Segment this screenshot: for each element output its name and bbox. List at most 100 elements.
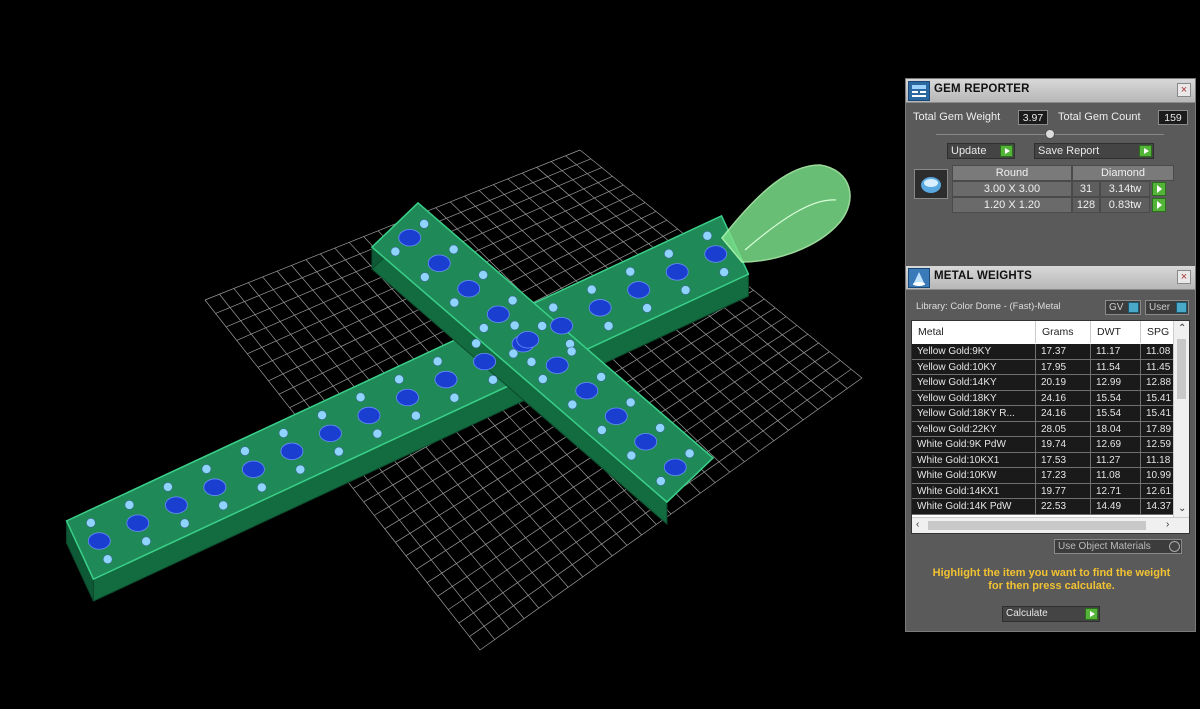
metal-name-cell: Yellow Gold:22KY: [912, 421, 1036, 437]
cross-arm-accent-gem: [479, 323, 489, 333]
column-header-grams[interactable]: Grams: [1036, 321, 1091, 343]
long-arm-accent-gem: [218, 500, 229, 511]
long-arm-accent-gem: [394, 374, 404, 385]
scroll-thumb[interactable]: [1177, 339, 1186, 399]
dwt-cell: 11.27: [1091, 452, 1141, 468]
chevron-up-icon[interactable]: ⌃: [1178, 323, 1186, 334]
long-arm-accent-gem: [432, 356, 443, 367]
horizontal-scrollbar[interactable]: ‹ ›: [912, 517, 1189, 533]
metal-name-cell: White Gold:10KW: [912, 468, 1036, 483]
gem-reporter-titlebar: GEM REPORTER ×: [906, 79, 1195, 103]
dwt-cell: 14.49: [1091, 499, 1141, 514]
3d-viewport[interactable]: [0, 0, 905, 709]
grams-cell: 19.74: [1036, 437, 1091, 452]
dwt-cell: 12.71: [1091, 483, 1141, 499]
gv-toggle[interactable]: GV: [1105, 300, 1141, 315]
total-gem-count-value: 159: [1158, 110, 1188, 125]
table-row[interactable]: Yellow Gold:22KY 28.05 18.04 17.89: [912, 421, 1174, 437]
table-row[interactable]: Yellow Gold:18KY 24.16 15.54 15.41: [912, 390, 1174, 406]
table-row[interactable]: White Gold:10KW 17.23 11.08 10.99: [912, 468, 1174, 484]
grams-cell: 24.16: [1036, 390, 1091, 406]
cross-arm-accent-gem: [538, 374, 548, 384]
table-row[interactable]: White Gold:14KX1 19.77 12.71 12.61: [912, 483, 1174, 499]
gem-weight-cell: 0.83tw: [1100, 197, 1150, 213]
cross-pendant-model[interactable]: [0, 0, 905, 709]
play-icon: [1139, 145, 1152, 157]
update-button[interactable]: Update: [947, 143, 1015, 159]
cross-arm-large-gem: [486, 305, 510, 323]
table-row[interactable]: Yellow Gold:10KY 17.95 11.54 11.45: [912, 359, 1174, 375]
use-object-materials-toggle[interactable]: Use Object Materials: [1054, 539, 1182, 554]
spg-cell: 12.88: [1141, 375, 1174, 390]
metal-name-cell: White Gold:10KX1: [912, 452, 1036, 468]
side-panel: GEM REPORTER × Total Gem Weight 3.97 Tot…: [905, 78, 1196, 632]
cross-arm-accent-gem: [420, 272, 430, 282]
metal-name-cell: Yellow Gold:9KY: [912, 344, 1036, 359]
close-icon[interactable]: ×: [1177, 83, 1191, 97]
long-arm-large-gem: [473, 352, 496, 371]
grams-cell: 17.37: [1036, 344, 1091, 359]
table-row[interactable]: Yellow Gold:9KY 17.37 11.17 11.08: [912, 344, 1174, 360]
cross-arm-accent-gem: [656, 476, 666, 486]
calculate-button[interactable]: Calculate: [1002, 606, 1100, 622]
grams-cell: 20.19: [1036, 375, 1091, 390]
scroll-thumb[interactable]: [928, 521, 1146, 530]
chevron-right-icon[interactable]: ›: [1166, 519, 1169, 530]
long-arm-large-gem: [588, 299, 612, 317]
save-report-button[interactable]: Save Report: [1034, 143, 1154, 159]
spg-cell: 11.08: [1141, 344, 1174, 359]
metal-name-cell: White Gold:14KX1: [912, 483, 1036, 499]
select-gem-button[interactable]: [1152, 182, 1166, 196]
save-report-label: Save Report: [1038, 145, 1100, 157]
long-arm-large-gem: [665, 263, 689, 281]
long-arm-large-gem: [164, 496, 188, 514]
select-gem-button[interactable]: [1152, 198, 1166, 212]
long-arm-large-gem: [550, 317, 574, 335]
cross-arm-large-gem: [427, 254, 451, 272]
chevron-down-icon[interactable]: ⌄: [1178, 503, 1186, 514]
long-arm-accent-gem: [278, 428, 289, 438]
table-row[interactable]: White Gold:9K PdW 19.74 12.69 12.59: [912, 437, 1174, 453]
column-header-metal[interactable]: Metal: [912, 321, 1036, 343]
long-arm-accent-gem: [680, 285, 691, 295]
dwt-cell: 12.69: [1091, 437, 1141, 452]
cross-arm-accent-gem: [684, 448, 695, 459]
table-row[interactable]: Yellow Gold:14KY 20.19 12.99 12.88: [912, 375, 1174, 391]
long-arm-accent-gem: [355, 392, 366, 403]
grams-cell: 17.23: [1036, 468, 1091, 483]
table-row[interactable]: White Gold:14K PdW 22.53 14.49 14.37: [912, 499, 1174, 515]
long-arm-large-gem: [280, 442, 304, 460]
table-row[interactable]: White Gold:10KX1 17.53 11.27 11.18: [912, 452, 1174, 468]
cross-arm-large-gem: [545, 356, 569, 374]
table-row[interactable]: Yellow Gold:18KY R... 24.16 15.54 15.41: [912, 406, 1174, 422]
chevron-left-icon[interactable]: ‹: [916, 519, 919, 530]
grams-cell: 19.77: [1036, 483, 1091, 499]
vertical-scrollbar[interactable]: ⌃ ⌄: [1173, 321, 1189, 518]
gem-count-cell: 128: [1072, 197, 1100, 213]
metal-weights-icon: [908, 268, 930, 288]
spg-cell: 12.59: [1141, 437, 1174, 452]
metal-weights-titlebar: METAL WEIGHTS ×: [906, 266, 1195, 290]
column-header-spg[interactable]: SPG: [1141, 321, 1174, 343]
cross-arm-accent-gem: [655, 423, 665, 433]
cross-arm-accent-gem: [567, 399, 578, 410]
total-gem-weight-label: Total Gem Weight: [913, 111, 1001, 123]
spg-cell: 10.99: [1141, 468, 1174, 483]
long-arm-accent-gem: [603, 321, 614, 331]
toggle-indicator-icon: [1128, 302, 1139, 313]
user-toggle[interactable]: User: [1145, 300, 1189, 315]
cross-arm-accent-gem: [626, 450, 637, 461]
total-gem-weight-value: 3.97: [1018, 110, 1048, 125]
close-icon[interactable]: ×: [1177, 270, 1191, 284]
cross-arm-accent-gem: [478, 270, 488, 280]
metal-weights-table[interactable]: Metal Grams DWT SPG Yellow Gold:9KY 17.37…: [911, 320, 1190, 534]
cross-arm-accent-gem: [537, 321, 547, 331]
dwt-cell: 15.54: [1091, 390, 1141, 406]
grams-cell: 22.53: [1036, 499, 1091, 514]
metal-name-cell: White Gold:9K PdW: [912, 437, 1036, 452]
column-header-dwt[interactable]: DWT: [1091, 321, 1141, 343]
total-gem-count-label: Total Gem Count: [1058, 111, 1141, 123]
update-button-label: Update: [951, 145, 987, 157]
slider-handle[interactable]: [1045, 129, 1055, 139]
cross-arm-accent-gem: [448, 244, 459, 255]
